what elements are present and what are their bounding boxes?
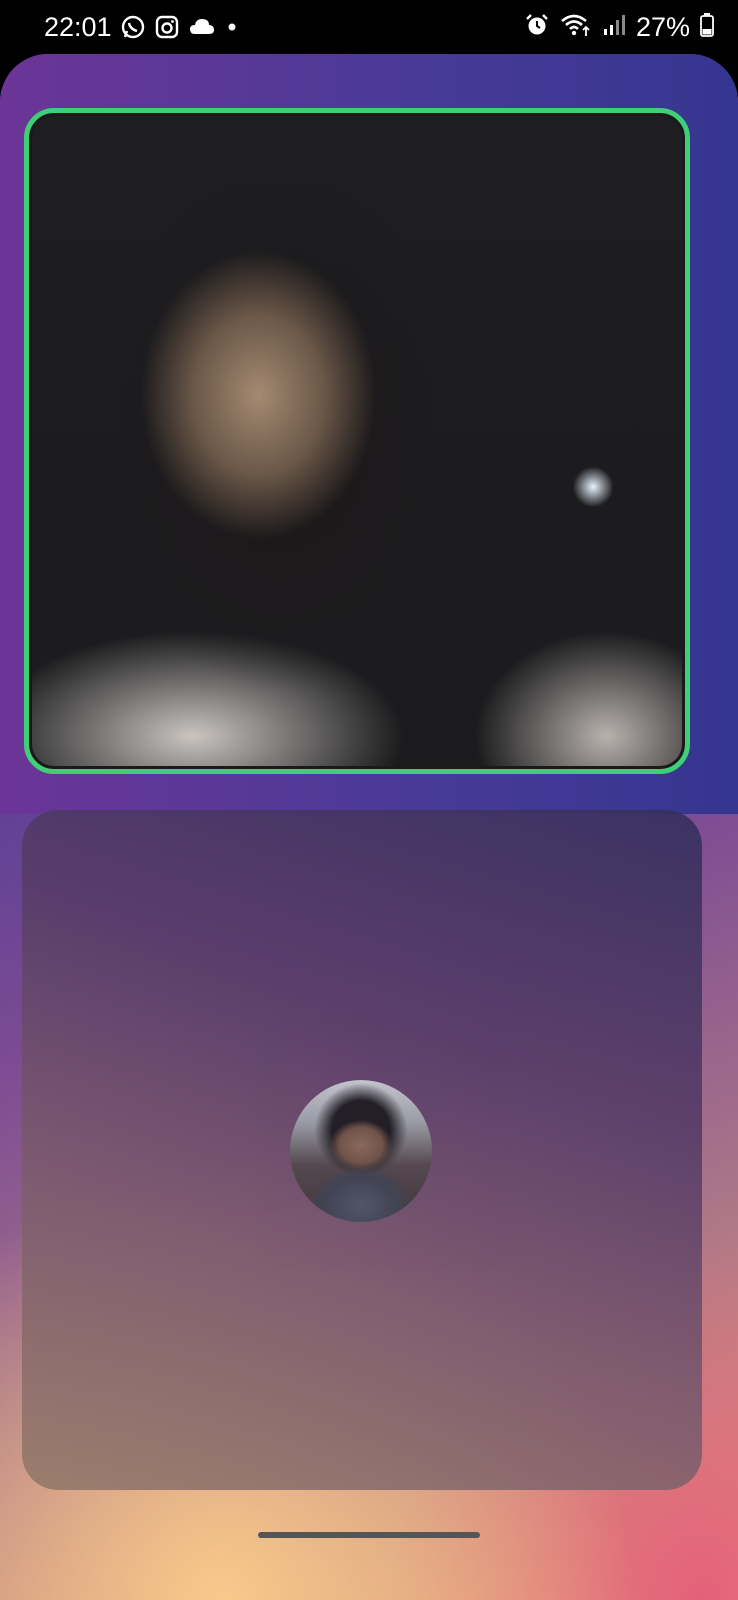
home-indicator[interactable]	[258, 1532, 480, 1538]
status-time: 22:01	[44, 12, 112, 42]
cloud-icon	[188, 16, 216, 43]
wifi-icon	[560, 12, 592, 43]
battery-icon	[700, 13, 714, 42]
remote-video-tile[interactable]	[24, 108, 690, 774]
instagram-icon	[154, 14, 180, 45]
dot-icon	[224, 19, 240, 40]
local-video-tile[interactable]	[22, 810, 702, 1490]
whatsapp-icon	[120, 14, 146, 45]
signal-icon	[602, 13, 626, 42]
alarm-icon	[524, 12, 550, 43]
status-bar: 22:01 27%	[0, 0, 738, 56]
notification-icons	[120, 14, 240, 45]
battery-percent: 27%	[635, 12, 690, 42]
local-user-avatar	[290, 1080, 432, 1222]
system-icons: 27%	[524, 12, 714, 43]
video-call-screen	[0, 54, 738, 1600]
